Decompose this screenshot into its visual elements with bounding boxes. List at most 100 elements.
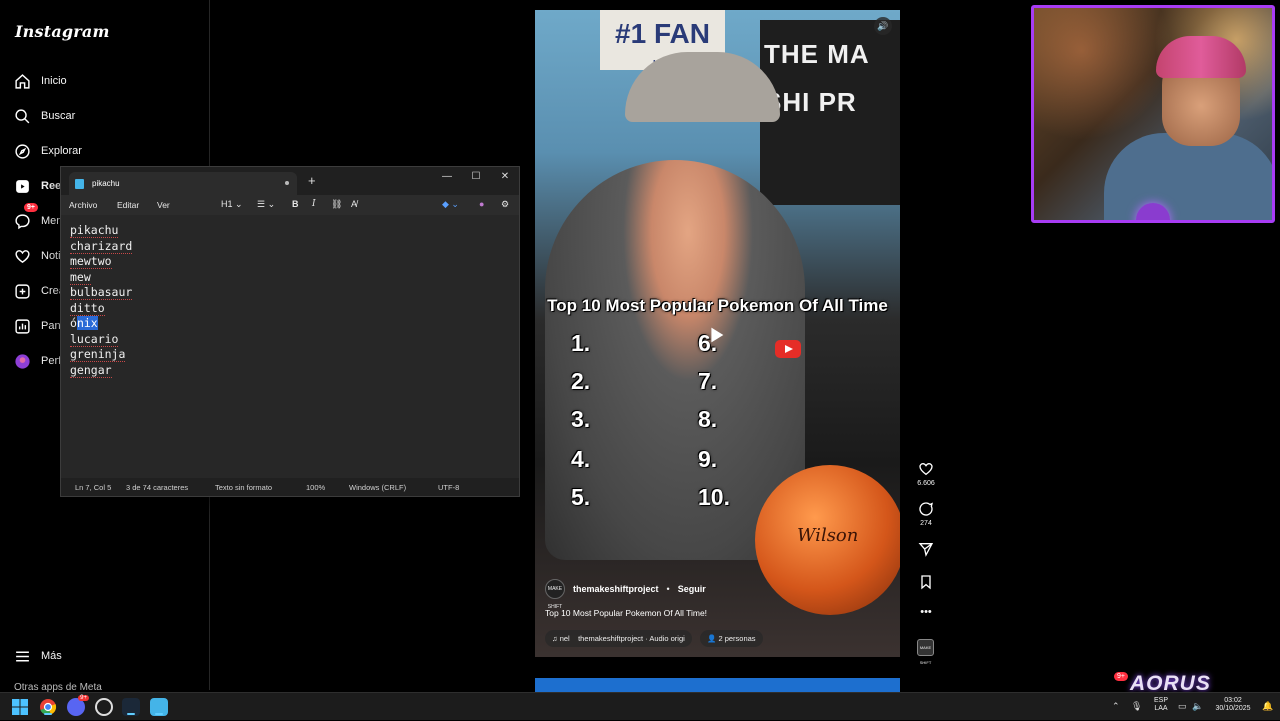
play-icon[interactable]	[705, 324, 727, 346]
follow-button[interactable]: Seguir	[678, 584, 706, 594]
menu-ver[interactable]: Ver	[157, 200, 170, 210]
clear-format-icon[interactable]: A̸	[351, 199, 357, 209]
instagram-logo[interactable]: Instagram	[15, 22, 110, 41]
nav-explore[interactable]: Explorar	[14, 139, 82, 163]
volume-icon[interactable]: 🔈	[1192, 701, 1203, 712]
nav-reels[interactable]: Reel	[14, 174, 64, 198]
notepad-statusbar: Ln 7, Col 5 3 de 74 caracteres Texto sin…	[61, 478, 519, 496]
close-button[interactable]: ✕	[495, 171, 515, 182]
more-options-icon[interactable]: •••	[912, 606, 940, 618]
rank-label: 8.	[698, 406, 718, 432]
nav-notifications-label: Noti	[41, 250, 61, 262]
unsaved-dot-icon[interactable]	[285, 181, 289, 185]
status-position: Ln 7, Col 5	[75, 483, 112, 492]
text-line-content: gengar	[70, 362, 112, 378]
nav-explore-label: Explorar	[41, 145, 82, 157]
sound-icon[interactable]: 🔊	[874, 17, 892, 35]
settings-gear-icon[interactable]: ⚙	[501, 199, 509, 210]
link-icon[interactable]: ⛓	[331, 199, 342, 210]
people-chip[interactable]: 👤 2 personas	[700, 630, 763, 647]
taskbar: 9+ ⌃ 🎙 ESP LAA ▭ 🔈 03:02 30/10/2025 🔔	[0, 692, 1280, 720]
nav-notifications[interactable]: Noti	[14, 244, 61, 268]
nav-search-label: Buscar	[41, 110, 76, 122]
notepad-editor[interactable]: pikachu charizard mewtwo mew bulbasaur d…	[61, 215, 519, 480]
account-avatar-icon[interactable]: ●	[479, 199, 484, 209]
audio-chip[interactable]: ♫ nel themakeshiftproject · Audio origi	[545, 630, 692, 647]
maximize-button[interactable]: ☐	[466, 171, 486, 182]
background-board: THE MA SHI PR	[760, 20, 900, 205]
discord-icon[interactable]: 9+	[67, 695, 89, 716]
notepad-menubar: Archivo Editar Ver H1 ⌄ ☰ ⌄ B I ⛓ A̸ ◆ ⌄…	[61, 195, 519, 215]
streamer-hair	[1156, 36, 1246, 78]
messages-popup-badge: 9+	[1114, 672, 1128, 681]
rank-label: 5.	[571, 484, 591, 510]
text-line-content: mew	[70, 269, 91, 285]
nav-search[interactable]: Buscar	[14, 104, 75, 128]
app-icon[interactable]	[95, 698, 113, 716]
dashboard-icon	[15, 318, 30, 334]
italic-icon[interactable]: I	[312, 199, 316, 209]
text-line: charizard	[70, 238, 133, 255]
discord-badge: 9+	[78, 695, 89, 701]
send-icon	[918, 543, 934, 557]
nav-dashboard[interactable]: Pane	[14, 314, 67, 338]
person-icon: 👤	[707, 634, 719, 643]
next-reel-preview[interactable]	[535, 678, 900, 692]
notifications-icon[interactable]: 🔔	[1262, 701, 1273, 712]
notepad-titlebar[interactable]: pikachu + — ☐ ✕	[61, 167, 519, 195]
bookmark-icon	[921, 575, 931, 590]
basketball-brand: Wilson	[797, 525, 859, 546]
status-line-endings: Windows (CRLF)	[349, 483, 407, 492]
microphone-icon[interactable]: 🎙	[1131, 701, 1142, 712]
reel-video[interactable]: #1 FAN NETS THE MA SHI PR Wilson 🔊 Top 1…	[535, 10, 900, 657]
menu-editar[interactable]: Editar	[117, 200, 139, 210]
clock[interactable]: 03:02 30/10/2025	[1209, 697, 1257, 713]
language-indicator[interactable]: ESP LAA	[1150, 697, 1172, 713]
author-username[interactable]: themakeshiftproject	[573, 584, 659, 594]
minimize-button[interactable]: —	[437, 171, 457, 182]
like-button[interactable]: 6.606	[912, 461, 940, 487]
steam-icon[interactable]	[122, 698, 140, 716]
author-avatar[interactable]: MAKE SHIFT	[545, 579, 565, 610]
chevron-up-icon[interactable]: ⌃	[1112, 701, 1120, 712]
separator-dot: •	[666, 584, 670, 594]
reel-author: MAKE SHIFT themakeshiftproject • Seguir	[545, 579, 706, 610]
notepad-tab[interactable]: pikachu	[69, 172, 297, 195]
bold-icon[interactable]: B	[292, 199, 299, 209]
rank-label: 3.	[571, 406, 591, 432]
text-line-content: mewtwo	[70, 254, 112, 269]
status-zoom[interactable]: 100%	[306, 483, 325, 492]
new-tab-button[interactable]: +	[308, 173, 316, 188]
rank-label: 1.	[571, 330, 591, 356]
menu-icon	[16, 651, 29, 661]
nav-profile[interactable]: Perfi	[14, 349, 64, 373]
menu-archivo[interactable]: Archivo	[69, 200, 97, 210]
windows-start-icon[interactable]	[11, 698, 29, 716]
copilot-icon[interactable]: ◆ ⌄	[442, 199, 459, 210]
text-line-content: pikachu	[70, 223, 119, 238]
share-button[interactable]	[912, 541, 940, 560]
notepad-window: pikachu + — ☐ ✕ Archivo Editar Ver H1 ⌄ …	[60, 166, 520, 497]
network-icon[interactable]: ▭	[1178, 701, 1187, 712]
nav-create[interactable]: Crea	[14, 279, 65, 303]
status-char-count: 3 de 74 caracteres	[126, 483, 189, 492]
nav-more-label: Más	[41, 650, 62, 662]
text-selection: nix	[76, 316, 98, 330]
audio-thumbnail[interactable]: MAKE SHIFT	[917, 639, 934, 665]
save-button[interactable]	[912, 574, 940, 593]
status-format: Texto sin formato	[215, 483, 273, 492]
active-indicator	[155, 713, 163, 715]
nav-home[interactable]: Inicio	[14, 69, 67, 93]
youtube-logo-icon	[775, 340, 801, 358]
text-line-content: bulbasaur	[70, 285, 133, 300]
list-dropdown-icon[interactable]: ☰ ⌄	[257, 199, 275, 210]
comment-button[interactable]: 274	[912, 501, 940, 527]
nav-messages[interactable]: 9+ Men	[14, 203, 62, 233]
plus-square-icon	[15, 283, 30, 299]
notepad-taskbar-icon[interactable]	[150, 698, 168, 716]
text-line-content: lucario	[70, 331, 119, 347]
chrome-icon[interactable]	[39, 698, 57, 716]
text-line-selected: ónix	[70, 316, 132, 332]
heading-dropdown[interactable]: H1 ⌄	[221, 199, 243, 210]
nav-more[interactable]: Más	[14, 644, 62, 668]
